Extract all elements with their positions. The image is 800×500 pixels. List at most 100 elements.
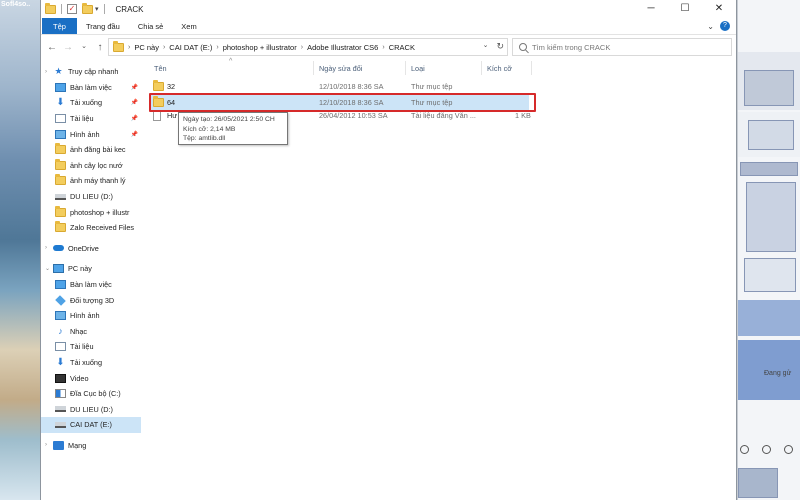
nav-pc-item[interactable]: Bàn làm việc xyxy=(41,277,141,293)
chat-preview-block xyxy=(738,300,800,336)
recent-locations-icon[interactable]: ⌄ xyxy=(79,42,89,53)
expand-icon[interactable]: › xyxy=(45,442,53,448)
pin-icon: 📌 xyxy=(130,116,138,123)
nav-pc-item[interactable]: Video xyxy=(41,370,141,386)
properties-icon[interactable]: ✓ xyxy=(67,4,77,14)
tab-home[interactable]: Trang đầu xyxy=(77,18,129,34)
refresh-icon[interactable]: ↻ xyxy=(496,41,504,52)
navigation-bar: ← → ⌄ ↑ › PC này › CAI DAT (E:) › photos… xyxy=(41,35,736,59)
expand-icon[interactable]: ⌄ xyxy=(45,265,53,272)
file-name: 32 xyxy=(167,82,176,91)
column-name[interactable]: Tên xyxy=(154,64,167,73)
expand-icon[interactable]: › xyxy=(45,245,53,251)
breadcrumb-drive[interactable]: CAI DAT (E:) xyxy=(169,43,212,52)
tab-share[interactable]: Chia sẻ xyxy=(129,18,172,34)
pin-icon: 📌 xyxy=(130,100,138,107)
maximize-button[interactable]: ☐ xyxy=(668,0,702,18)
folder-icon xyxy=(45,2,56,14)
nav-network[interactable]: › Mạng xyxy=(41,438,141,454)
video-icon xyxy=(55,373,66,383)
quick-access-toolbar: ✓ ▾ xyxy=(41,2,108,14)
column-size[interactable]: Kích cỡ xyxy=(487,64,512,73)
nav-this-pc[interactable]: ⌄ PC này xyxy=(41,261,141,277)
nav-quick-item[interactable]: photoshop + illustr xyxy=(41,204,141,220)
tab-view[interactable]: Xem xyxy=(172,18,205,34)
nav-quick-item[interactable]: DU LIEU (D:) xyxy=(41,189,141,205)
windows-drive-icon xyxy=(55,389,66,399)
download-icon: ⬇ xyxy=(56,97,65,109)
expand-icon[interactable]: › xyxy=(45,69,53,75)
sticker-icon[interactable] xyxy=(762,445,771,454)
title-bar[interactable]: ✓ ▾ CRACK ─ ☐ ✕ xyxy=(41,0,736,18)
nav-pc-item[interactable]: Đối tượng 3D xyxy=(41,292,141,308)
tab-file[interactable]: Tệp xyxy=(42,18,77,34)
window-controls: ─ ☐ ✕ xyxy=(634,0,736,18)
folder-icon xyxy=(55,143,66,155)
folder-icon xyxy=(153,80,164,91)
address-dropdown-icon[interactable]: ⌄ xyxy=(483,41,489,52)
forward-arrow-icon[interactable]: → xyxy=(63,42,73,53)
file-size: 1 KB xyxy=(515,111,531,120)
help-icon[interactable]: ? xyxy=(720,21,730,31)
file-list: ^ Tên Ngày sửa đổi Loại Kích cỡ 32 12/10… xyxy=(149,58,738,500)
column-type[interactable]: Loại xyxy=(411,64,425,73)
column-modified[interactable]: Ngày sửa đổi xyxy=(319,64,362,73)
emoji-icon[interactable] xyxy=(740,445,749,454)
file-type: Tài liệu đăng Văn ... xyxy=(411,111,476,120)
tooltip-created: Ngày tạo: 26/05/2021 2:50 CH xyxy=(183,116,275,123)
breadcrumb-current[interactable]: CRACK xyxy=(389,43,415,52)
nav-quick-item[interactable]: Zalo Received Files xyxy=(41,220,141,236)
back-arrow-icon[interactable]: ← xyxy=(47,42,57,53)
nav-quick-item[interactable]: ảnh máy thanh lý xyxy=(41,173,141,189)
folder-icon xyxy=(55,221,66,233)
expand-ribbon-icon[interactable]: ⌄ xyxy=(707,22,714,31)
folder-icon xyxy=(113,40,124,52)
folder-icon xyxy=(55,158,66,170)
new-folder-icon[interactable] xyxy=(82,2,93,14)
pictures-icon xyxy=(55,129,66,139)
pin-icon: 📌 xyxy=(130,131,138,138)
address-bar[interactable]: › PC này › CAI DAT (E:) › photoshop + il… xyxy=(108,38,508,56)
background-app-window: Đang gử xyxy=(737,0,800,500)
nav-quick-item[interactable]: ảnh đăng bài kec xyxy=(41,142,141,158)
nav-quick-item[interactable]: Tài liệu 📌 xyxy=(41,111,141,127)
nav-quick-access[interactable]: › ★ Truy cập nhanh xyxy=(41,64,141,80)
nav-quick-item[interactable]: Bàn làm việc 📌 xyxy=(41,80,141,96)
nav-quick-item[interactable]: Hình ảnh 📌 xyxy=(41,126,141,142)
nav-onedrive[interactable]: › OneDrive xyxy=(41,241,141,257)
pin-icon: 📌 xyxy=(130,84,138,91)
close-button[interactable]: ✕ xyxy=(702,0,736,18)
search-placeholder: Tìm kiếm trong CRACK xyxy=(532,42,611,52)
up-arrow-icon[interactable]: ↑ xyxy=(95,42,105,53)
chat-image-thumbnail xyxy=(740,162,798,176)
column-headers: ^ Tên Ngày sửa đổi Loại Kích cỡ xyxy=(149,58,738,77)
nav-pc-item-selected[interactable]: CAI DAT (E:) xyxy=(41,417,141,433)
chat-image-thumbnail xyxy=(746,182,796,252)
tooltip-size: Kích cỡ: 2,14 MB xyxy=(183,125,236,133)
breadcrumb-folder[interactable]: photoshop + illustrator xyxy=(223,43,297,52)
file-explorer-window: ✓ ▾ CRACK ─ ☐ ✕ Tệp Trang đầu Chia sẻ Xe… xyxy=(40,0,737,500)
file-row[interactable]: 32 12/10/2018 8:36 SA Thư mục tệp xyxy=(149,79,529,94)
attach-icon[interactable] xyxy=(784,445,793,454)
nav-pc-item[interactable]: Đĩa Cục bộ (C:) xyxy=(41,386,141,402)
breadcrumb-folder[interactable]: Adobe Illustrator CS6 xyxy=(307,43,378,52)
nav-pc-item[interactable]: ♪ Nhạc xyxy=(41,324,141,340)
desktop-icon xyxy=(55,280,66,290)
nav-pc-item[interactable]: ⬇ Tải xuống xyxy=(41,355,141,371)
nav-pc-item[interactable]: DU LIEU (D:) xyxy=(41,401,141,417)
red-highlight-box xyxy=(149,93,536,112)
navigation-pane: › ★ Truy cập nhanh Bàn làm việc 📌 ⬇ Tải … xyxy=(41,59,141,500)
nav-pc-item[interactable]: Tài liệu xyxy=(41,339,141,355)
nav-pc-item[interactable]: Hình ảnh xyxy=(41,308,141,324)
file-modified: 26/04/2012 10:53 SA xyxy=(319,111,388,120)
drive-icon xyxy=(55,421,66,428)
search-input[interactable]: Tìm kiếm trong CRACK xyxy=(512,38,732,56)
minimize-button[interactable]: ─ xyxy=(634,0,668,18)
tooltip-files: Tệp: amtlib.dll xyxy=(183,135,226,142)
nav-quick-item[interactable]: ⬇ Tải xuống 📌 xyxy=(41,95,141,111)
customize-toolbar-icon[interactable]: ▾ xyxy=(95,5,99,13)
nav-quick-item[interactable]: ảnh cây lọc nướ xyxy=(41,158,141,174)
breadcrumb-this-pc[interactable]: PC này xyxy=(134,43,159,52)
chat-image-thumbnail xyxy=(744,258,796,292)
pictures-icon xyxy=(55,311,66,321)
